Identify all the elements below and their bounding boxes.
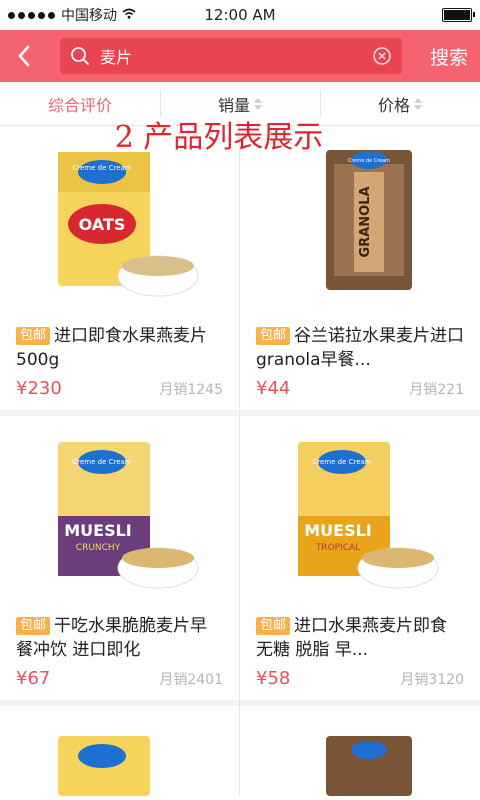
product-image: Creme de Cream MUESLI TROPICAL: [256, 416, 464, 596]
chevron-left-icon: [18, 45, 30, 67]
package-sublabel: CRUNCHY: [75, 543, 120, 553]
product-image: Creme de Cream GRANOLA: [256, 126, 464, 306]
product-image: Creme de Cream OATS: [16, 126, 223, 306]
product-card[interactable]: Creme de Cream MUESLI TROPICAL 包邮 进口水果燕麦片…: [240, 416, 480, 706]
product-title: 包邮 谷兰诺拉水果麦片进口granola早餐...: [256, 326, 464, 370]
product-image: [256, 706, 464, 796]
search-input[interactable]: [100, 46, 372, 66]
back-button[interactable]: [10, 36, 38, 76]
product-price: ¥44: [256, 378, 291, 399]
product-price: ¥67: [16, 668, 51, 689]
tab-label: 价格: [377, 95, 410, 115]
signal-strength-icon: [8, 11, 55, 19]
free-shipping-badge: 包邮: [16, 617, 51, 635]
monthly-sales: 月销221: [409, 381, 464, 398]
tab-label: 销量: [217, 95, 250, 115]
free-shipping-badge: 包邮: [16, 327, 51, 345]
wifi-icon: [122, 8, 136, 22]
package-label: MUESLI: [64, 521, 132, 540]
product-card-partial[interactable]: [0, 706, 239, 796]
product-price: ¥230: [16, 378, 62, 399]
product-title: 包邮 干吃水果脆脆麦片早餐冲饮 进口即化: [16, 616, 208, 660]
package-sublabel: TROPICAL: [315, 543, 360, 553]
brand-logo-text: Creme de Cream: [72, 164, 131, 172]
status-bar: 中国移动 12:00 AM: [0, 0, 480, 30]
product-card[interactable]: Creme de Cream OATS 包邮 进口即食水果燕麦片500g ¥230…: [0, 126, 239, 416]
monthly-sales: 月销2401: [159, 671, 223, 688]
search-button[interactable]: 搜索: [430, 43, 470, 70]
free-shipping-badge: 包邮: [256, 617, 291, 635]
carrier-name: 中国移动: [61, 8, 117, 24]
product-image: [16, 706, 223, 796]
battery-icon: [442, 8, 475, 22]
sort-tabs: 综合评价 销量 价格: [0, 82, 480, 126]
product-price: ¥58: [256, 668, 291, 689]
package-label: OATS: [78, 215, 125, 234]
top-search-bar: 搜索: [0, 30, 480, 82]
product-card[interactable]: Creme de Cream GRANOLA 包邮 谷兰诺拉水果麦片进口grano…: [240, 126, 480, 416]
tab-price[interactable]: 价格: [320, 82, 480, 125]
monthly-sales: 月销3120: [400, 671, 464, 688]
package-label: GRANOLA: [358, 186, 373, 257]
free-shipping-badge: 包邮: [256, 327, 291, 345]
sort-arrows-icon: [254, 97, 262, 110]
product-title: 包邮 进口水果燕麦片即食 无糖 脱脂 早...: [256, 616, 448, 660]
brand-logo-text: Creme de Cream: [312, 458, 371, 466]
package-label: MUESLI: [304, 521, 372, 540]
search-icon: [71, 47, 89, 65]
tab-label: 综合评价: [47, 95, 112, 115]
brand-logo-text: Creme de Cream: [348, 158, 390, 164]
tab-sales[interactable]: 销量: [160, 82, 320, 125]
tab-overall-rating[interactable]: 综合评价: [0, 82, 160, 125]
product-title: 包邮 进口即食水果燕麦片500g: [16, 326, 208, 370]
product-grid: Creme de Cream OATS 包邮 进口即食水果燕麦片500g ¥230…: [0, 126, 480, 796]
brand-logo-text: Creme de Cream: [72, 458, 131, 466]
search-field[interactable]: [60, 38, 402, 74]
clear-circle-icon[interactable]: [372, 46, 392, 66]
sort-arrows-icon: [414, 97, 422, 110]
product-card[interactable]: Creme de Cream MUESLI CRUNCHY 包邮 干吃水果脆脆麦片…: [0, 416, 239, 706]
product-image: Creme de Cream MUESLI CRUNCHY: [16, 416, 223, 596]
monthly-sales: 月销1245: [159, 381, 223, 398]
product-card-partial[interactable]: [240, 706, 480, 796]
